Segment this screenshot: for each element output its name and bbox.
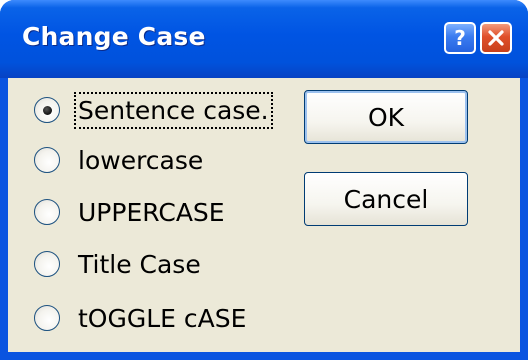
option-label: UPPERCASE [78, 197, 225, 227]
ok-button[interactable]: OK [304, 90, 468, 144]
change-case-dialog: Change Case ? Sentence case. lowercase U… [0, 0, 528, 360]
radio-button[interactable] [34, 251, 60, 277]
option-sentence-case[interactable]: Sentence case. [34, 90, 273, 130]
cancel-button[interactable]: Cancel [304, 172, 468, 226]
radio-button[interactable] [34, 97, 60, 123]
help-button[interactable]: ? [444, 22, 476, 54]
option-label: tOGGLE cASE [78, 303, 247, 333]
option-label: lowercase [78, 145, 204, 175]
close-x-icon [488, 30, 504, 46]
option-label: Title Case [78, 249, 201, 279]
question-icon: ? [454, 27, 466, 49]
dialog-title: Change Case [22, 22, 206, 51]
radio-button[interactable] [34, 147, 60, 173]
close-button[interactable] [480, 22, 512, 54]
svg-text:?: ? [454, 27, 466, 49]
title-bar[interactable]: Change Case ? [0, 0, 528, 78]
dialog-client-area: Sentence case. lowercase UPPERCASE Title… [8, 78, 520, 352]
radio-button[interactable] [34, 305, 60, 331]
radio-button[interactable] [34, 199, 60, 225]
option-label: Sentence case. [74, 91, 273, 129]
option-toggle-case[interactable]: tOGGLE cASE [34, 298, 246, 338]
radio-selected-dot [43, 106, 52, 115]
option-title-case[interactable]: Title Case [34, 244, 201, 284]
option-lowercase[interactable]: lowercase [34, 140, 203, 180]
option-uppercase[interactable]: UPPERCASE [34, 192, 225, 232]
